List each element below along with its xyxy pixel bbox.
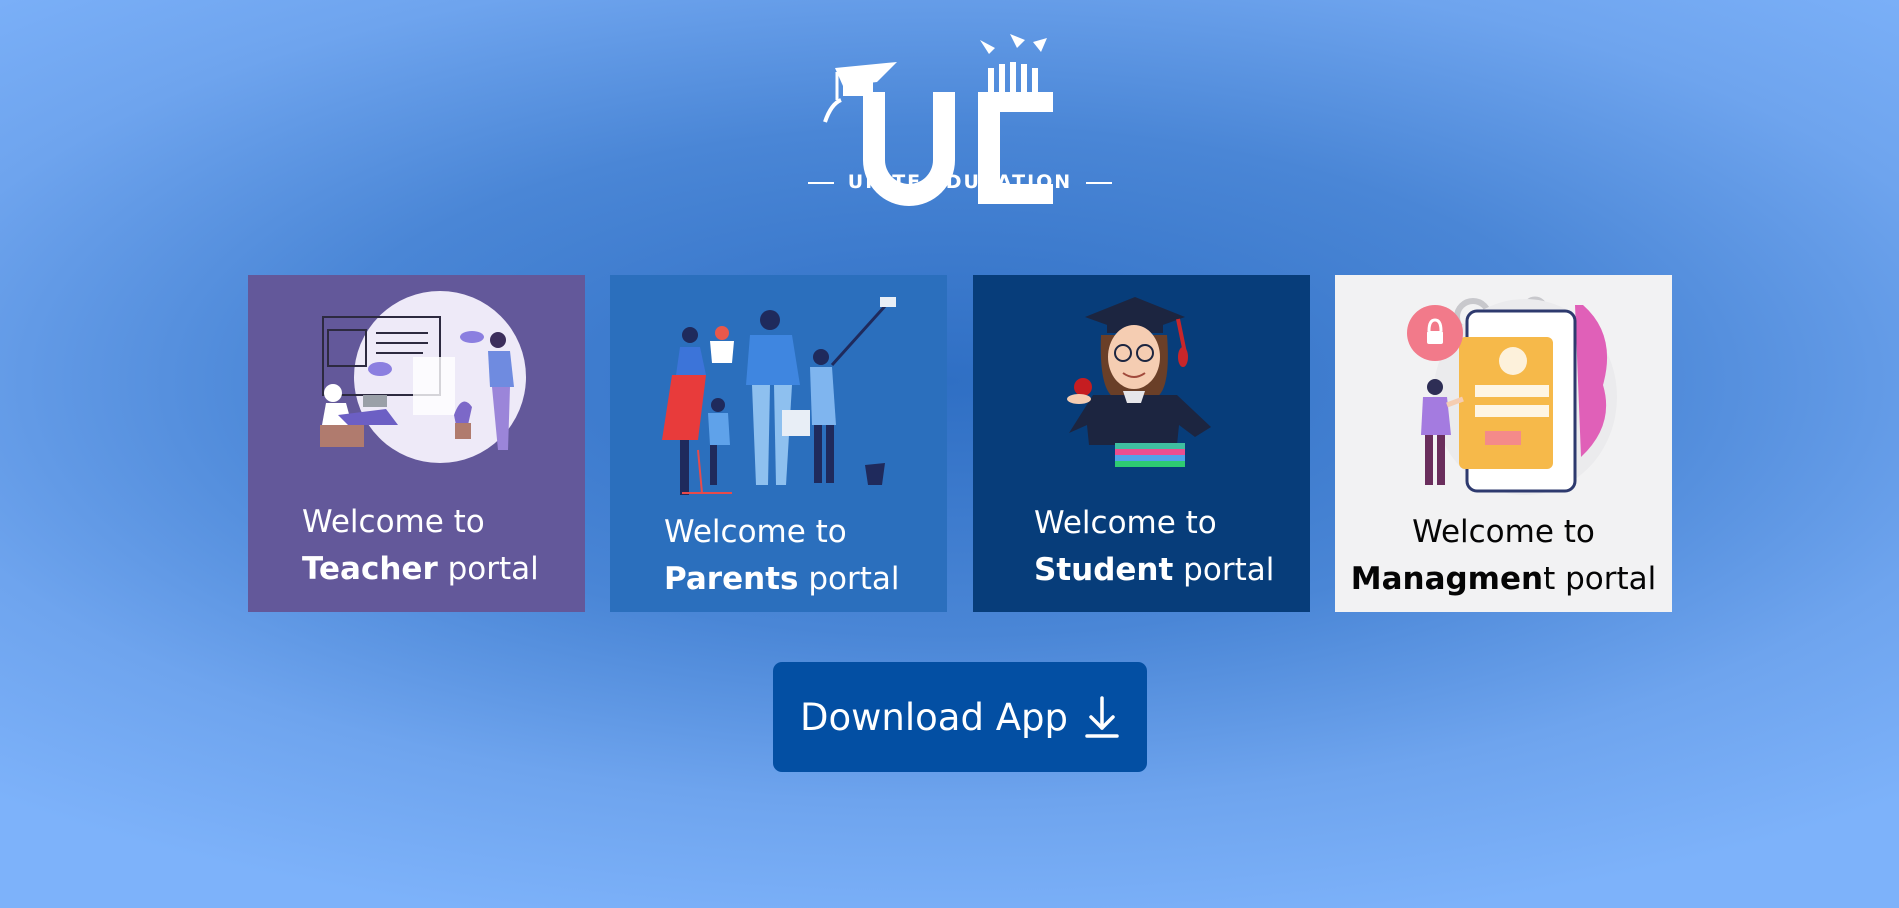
- logo-wordmark: UNITE EDUCATION: [785, 171, 1135, 193]
- management-suffix: t portal: [1543, 561, 1657, 597]
- student-portal-card[interactable]: Welcome to Student portal: [973, 275, 1310, 612]
- student-portal-label: Welcome to Student portal: [1034, 500, 1274, 594]
- management-greeting: Welcome to: [1412, 514, 1595, 550]
- teacher-greeting: Welcome to: [302, 504, 485, 540]
- download-app-label: Download App: [800, 695, 1068, 739]
- parents-name: Parents: [664, 561, 799, 597]
- teacher-portal-label: Welcome to Teacher portal: [302, 499, 539, 593]
- parents-portal-label: Welcome to Parents portal: [664, 509, 899, 603]
- unite-education-logo: UNITE EDUCATION: [785, 30, 1135, 215]
- parents-portal-card[interactable]: Welcome to Parents portal: [610, 275, 947, 612]
- download-app-button[interactable]: Download App: [773, 662, 1147, 772]
- logo-text: UNITE EDUCATION: [847, 171, 1073, 193]
- student-greeting: Welcome to: [1034, 505, 1217, 541]
- parents-title-line: Parents portal: [664, 556, 899, 603]
- student-suffix: portal: [1173, 552, 1275, 588]
- teacher-title-line: Teacher portal: [302, 546, 539, 593]
- parents-suffix: portal: [798, 561, 900, 597]
- download-arrow-icon: [1085, 696, 1119, 738]
- student-title-line: Student portal: [1034, 547, 1274, 594]
- management-name: Managmen: [1350, 561, 1544, 597]
- management-portal-label: Welcome to Managment portal: [1335, 509, 1672, 603]
- teacher-portal-card[interactable]: Welcome to Teacher portal: [248, 275, 585, 612]
- teacher-suffix: portal: [437, 551, 539, 587]
- student-name: Student: [1034, 552, 1174, 588]
- teacher-name: Teacher: [302, 551, 438, 587]
- logo-dash-left: [807, 181, 834, 184]
- management-portal-card[interactable]: Welcome to Managment portal: [1335, 275, 1672, 612]
- logo-dash-right: [1086, 181, 1113, 184]
- management-title-line: Managment portal: [1335, 556, 1672, 603]
- parents-greeting: Welcome to: [664, 514, 847, 550]
